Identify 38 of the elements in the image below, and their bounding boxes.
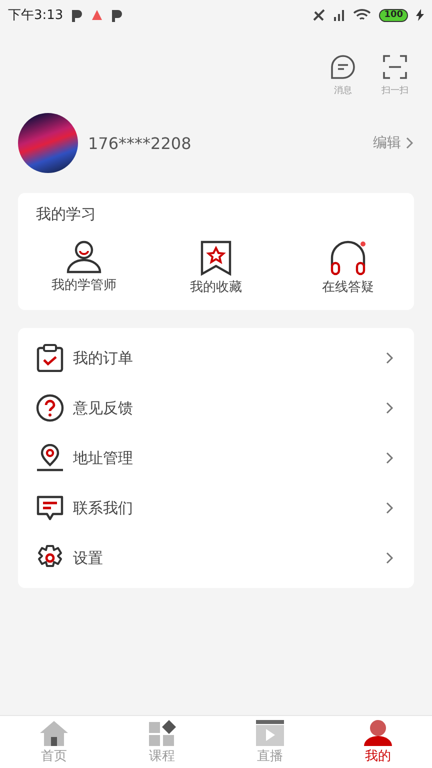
menu-item[interactable]: 设置 [18,533,414,583]
menu-item[interactable]: 我的订单 [18,333,414,383]
chevron-right-icon [386,502,394,514]
triangle-app-icon [91,9,104,21]
wifi-icon [353,9,372,21]
house-icon [39,720,69,746]
tab[interactable]: 我的 [324,716,432,768]
chevron-right-icon [386,352,394,364]
study-shortcut[interactable]: 我的收藏 [161,240,271,296]
p-app-icon [71,8,84,22]
chevron-right-icon [386,552,394,564]
clipboard-check-icon [36,344,64,372]
battery-indicator: 100 [379,8,408,22]
location-pin-icon [36,444,64,472]
charging-icon [416,9,424,21]
menu-item[interactable]: 地址管理 [18,433,414,483]
person-icon [363,720,393,746]
question-icon [36,394,64,422]
bookmark-star-icon [199,240,233,276]
status-time: 下午3:13 [8,7,64,24]
scan-icon [382,54,408,80]
chevron-right-icon [386,402,394,414]
message-icon [330,54,356,80]
menu-item[interactable]: 意见反馈 [18,383,414,433]
chevron-right-icon [406,137,414,149]
chevron-right-icon [386,452,394,464]
grid-icon [148,720,176,746]
study-shortcut[interactable]: 我的学管师 [29,240,139,296]
video-play-icon [255,720,285,746]
p-app-icon [111,8,124,22]
signal-icon [333,9,346,21]
chat-message-icon [36,494,64,522]
user-phone: 176****2208 [88,134,192,152]
person-icon [66,240,102,274]
section-title: 我的学习 [35,205,97,224]
study-shortcut[interactable]: 在线答疑 [293,240,403,296]
headphones-icon [329,240,367,276]
menu-item[interactable]: 联系我们 [18,483,414,533]
